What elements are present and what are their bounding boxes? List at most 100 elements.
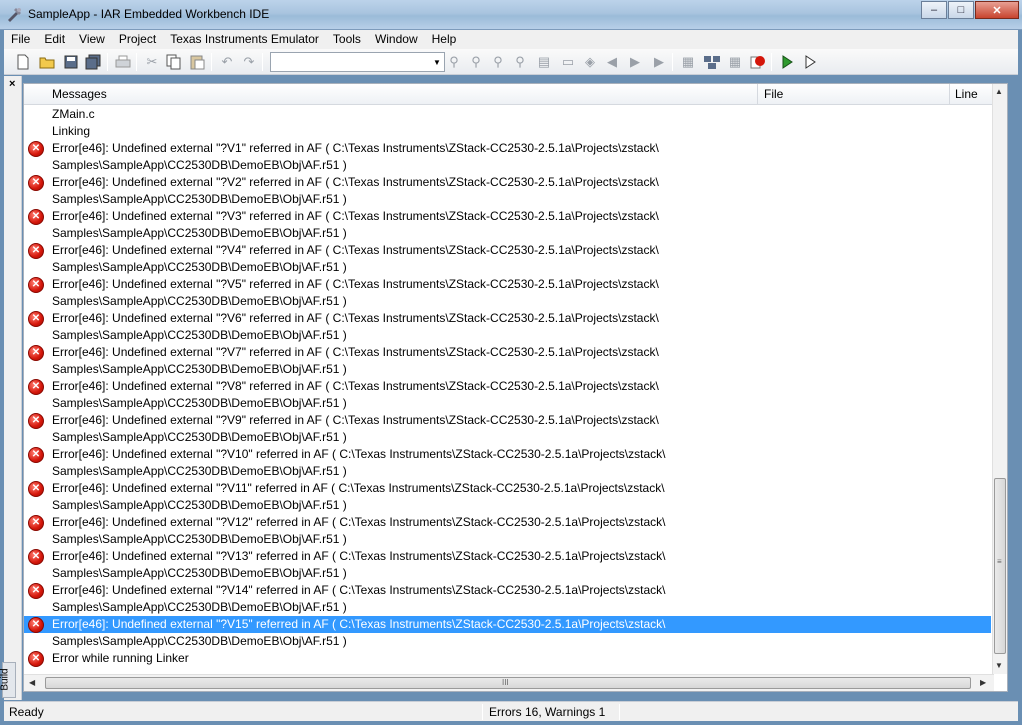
message-row[interactable]: Samples\SampleApp\CC2530DB\DemoEB\Obj\AF… <box>24 327 991 344</box>
tab-build[interactable]: Build <box>0 662 16 698</box>
message-text: Samples\SampleApp\CC2530DB\DemoEB\Obj\AF… <box>52 158 347 172</box>
undo-icon[interactable]: ↶ <box>218 53 236 71</box>
toggle-breakpoint-icon[interactable] <box>749 53 767 71</box>
error-icon: ✕ <box>28 617 44 633</box>
find-icon[interactable]: ⚲ <box>445 53 463 71</box>
copy-icon[interactable] <box>165 53 183 71</box>
make-icon[interactable] <box>703 53 721 71</box>
message-row[interactable]: ✕ Error[e46]: Undefined external "?V8" re… <box>24 378 991 395</box>
message-row[interactable]: Samples\SampleApp\CC2530DB\DemoEB\Obj\AF… <box>24 429 991 446</box>
message-row[interactable]: ✕ Error[e46]: Undefined external "?V5" re… <box>24 276 991 293</box>
message-row[interactable]: Samples\SampleApp\CC2530DB\DemoEB\Obj\AF… <box>24 531 991 548</box>
message-text: ZMain.c <box>52 107 95 121</box>
message-row[interactable]: ✕ Error[e46]: Undefined external "?V14" r… <box>24 582 991 599</box>
horizontal-scroll-thumb[interactable]: III <box>45 677 971 689</box>
error-icon: ✕ <box>28 379 44 395</box>
message-row[interactable]: ✕ Error[e46]: Undefined external "?V6" re… <box>24 310 991 327</box>
new-file-icon[interactable] <box>14 53 32 71</box>
menu-view[interactable]: View <box>72 30 112 49</box>
message-row[interactable]: ✕ Error while running Linker <box>24 650 991 667</box>
next-bookmark-icon[interactable]: ◈ <box>581 53 599 71</box>
download-debug-icon[interactable] <box>778 53 796 71</box>
navigate-forward-icon[interactable]: ▶ <box>626 53 644 71</box>
message-text: Error[e46]: Undefined external "?V6" ref… <box>52 311 659 325</box>
scroll-up-icon[interactable]: ▲ <box>995 87 1003 96</box>
maximize-button[interactable]: □ <box>948 1 974 19</box>
redo-icon[interactable]: ↷ <box>240 53 258 71</box>
paste-icon[interactable] <box>188 53 206 71</box>
goto-icon[interactable]: ▤ <box>535 53 553 71</box>
message-row[interactable]: ✕ Error[e46]: Undefined external "?V4" re… <box>24 242 991 259</box>
vertical-scrollbar[interactable]: ▲ ≡ ▼ <box>992 84 1007 674</box>
bookmark-list-icon[interactable]: ▶ <box>650 53 668 71</box>
scroll-left-icon[interactable]: ◀ <box>29 678 35 687</box>
replace-icon[interactable]: ⚲ <box>511 53 529 71</box>
message-text: Samples\SampleApp\CC2530DB\DemoEB\Obj\AF… <box>52 430 347 444</box>
message-row[interactable]: ✕ Error[e46]: Undefined external "?V12" r… <box>24 514 991 531</box>
message-row[interactable]: Samples\SampleApp\CC2530DB\DemoEB\Obj\AF… <box>24 395 991 412</box>
toggle-bookmark-icon[interactable]: ▭ <box>559 53 577 71</box>
message-text: Error[e46]: Undefined external "?V15" re… <box>52 617 666 631</box>
message-row[interactable]: ✕ Error[e46]: Undefined external "?V15" r… <box>24 616 991 633</box>
close-panel-icon[interactable]: × <box>9 78 15 90</box>
message-row[interactable]: Samples\SampleApp\CC2530DB\DemoEB\Obj\AF… <box>24 463 991 480</box>
close-window-button[interactable]: ✕ <box>975 1 1019 19</box>
column-header-line[interactable]: Line <box>955 87 978 101</box>
print-icon[interactable] <box>114 53 132 71</box>
status-text: Ready <box>9 705 44 719</box>
message-row[interactable]: Samples\SampleApp\CC2530DB\DemoEB\Obj\AF… <box>24 497 991 514</box>
configuration-combo[interactable]: ▼ <box>270 52 445 72</box>
scroll-right-icon[interactable]: ▶ <box>980 678 986 687</box>
navigate-back-icon[interactable]: ◀ <box>603 53 621 71</box>
message-text: Error[e46]: Undefined external "?V9" ref… <box>52 413 659 427</box>
error-icon: ✕ <box>28 175 44 191</box>
message-row[interactable]: ✕ Error[e46]: Undefined external "?V13" r… <box>24 548 991 565</box>
scroll-down-icon[interactable]: ▼ <box>995 661 1003 670</box>
column-header-file[interactable]: File <box>764 87 783 101</box>
message-text: Samples\SampleApp\CC2530DB\DemoEB\Obj\AF… <box>52 464 347 478</box>
open-folder-icon[interactable] <box>38 53 56 71</box>
message-row[interactable]: ✕ Error[e46]: Undefined external "?V3" re… <box>24 208 991 225</box>
menu-window[interactable]: Window <box>368 30 425 49</box>
message-row[interactable]: ✕ Error[e46]: Undefined external "?V9" re… <box>24 412 991 429</box>
menu-edit[interactable]: Edit <box>37 30 72 49</box>
message-row[interactable]: Linking <box>24 123 991 140</box>
message-text: Error[e46]: Undefined external "?V10" re… <box>52 447 666 461</box>
message-row[interactable]: ✕ Error[e46]: Undefined external "?V2" re… <box>24 174 991 191</box>
vertical-scroll-thumb[interactable]: ≡ <box>994 478 1006 654</box>
stop-build-icon[interactable]: ▦ <box>726 53 744 71</box>
save-all-icon[interactable] <box>84 53 102 71</box>
menu-help[interactable]: Help <box>425 30 464 49</box>
column-header-messages[interactable]: Messages <box>52 87 107 101</box>
error-icon: ✕ <box>28 345 44 361</box>
message-row[interactable]: Samples\SampleApp\CC2530DB\DemoEB\Obj\AF… <box>24 293 991 310</box>
message-row[interactable]: ✕ Error[e46]: Undefined external "?V11" r… <box>24 480 991 497</box>
debug-without-download-icon[interactable] <box>801 53 819 71</box>
compile-icon[interactable]: ▦ <box>679 53 697 71</box>
save-icon[interactable] <box>62 53 80 71</box>
menu-ti-emulator[interactable]: Texas Instruments Emulator <box>163 30 326 49</box>
chevron-down-icon[interactable]: ▼ <box>430 53 444 71</box>
message-row[interactable]: ZMain.c <box>24 106 991 123</box>
message-row[interactable]: Samples\SampleApp\CC2530DB\DemoEB\Obj\AF… <box>24 599 991 616</box>
message-text: Error[e46]: Undefined external "?V14" re… <box>52 583 666 597</box>
cut-icon[interactable]: ✂ <box>143 53 161 71</box>
message-row[interactable]: Samples\SampleApp\CC2530DB\DemoEB\Obj\AF… <box>24 259 991 276</box>
find-previous-icon[interactable]: ⚲ <box>489 53 507 71</box>
message-row[interactable]: ✕ Error[e46]: Undefined external "?V1" re… <box>24 140 991 157</box>
message-row[interactable]: Samples\SampleApp\CC2530DB\DemoEB\Obj\AF… <box>24 157 991 174</box>
message-row[interactable]: ✕ Error[e46]: Undefined external "?V7" re… <box>24 344 991 361</box>
menu-project[interactable]: Project <box>112 30 163 49</box>
menu-tools[interactable]: Tools <box>326 30 368 49</box>
horizontal-scrollbar[interactable]: ◀ III ▶ <box>24 674 994 691</box>
message-row[interactable]: Samples\SampleApp\CC2530DB\DemoEB\Obj\AF… <box>24 565 991 582</box>
menu-file[interactable]: File <box>4 30 37 49</box>
message-row[interactable]: Samples\SampleApp\CC2530DB\DemoEB\Obj\AF… <box>24 361 991 378</box>
message-text: Samples\SampleApp\CC2530DB\DemoEB\Obj\AF… <box>52 328 347 342</box>
find-next-icon[interactable]: ⚲ <box>467 53 485 71</box>
minimize-button[interactable]: – <box>921 1 947 19</box>
message-row[interactable]: Samples\SampleApp\CC2530DB\DemoEB\Obj\AF… <box>24 633 991 650</box>
message-row[interactable]: Samples\SampleApp\CC2530DB\DemoEB\Obj\AF… <box>24 225 991 242</box>
message-row[interactable]: Samples\SampleApp\CC2530DB\DemoEB\Obj\AF… <box>24 191 991 208</box>
message-row[interactable]: ✕ Error[e46]: Undefined external "?V10" r… <box>24 446 991 463</box>
